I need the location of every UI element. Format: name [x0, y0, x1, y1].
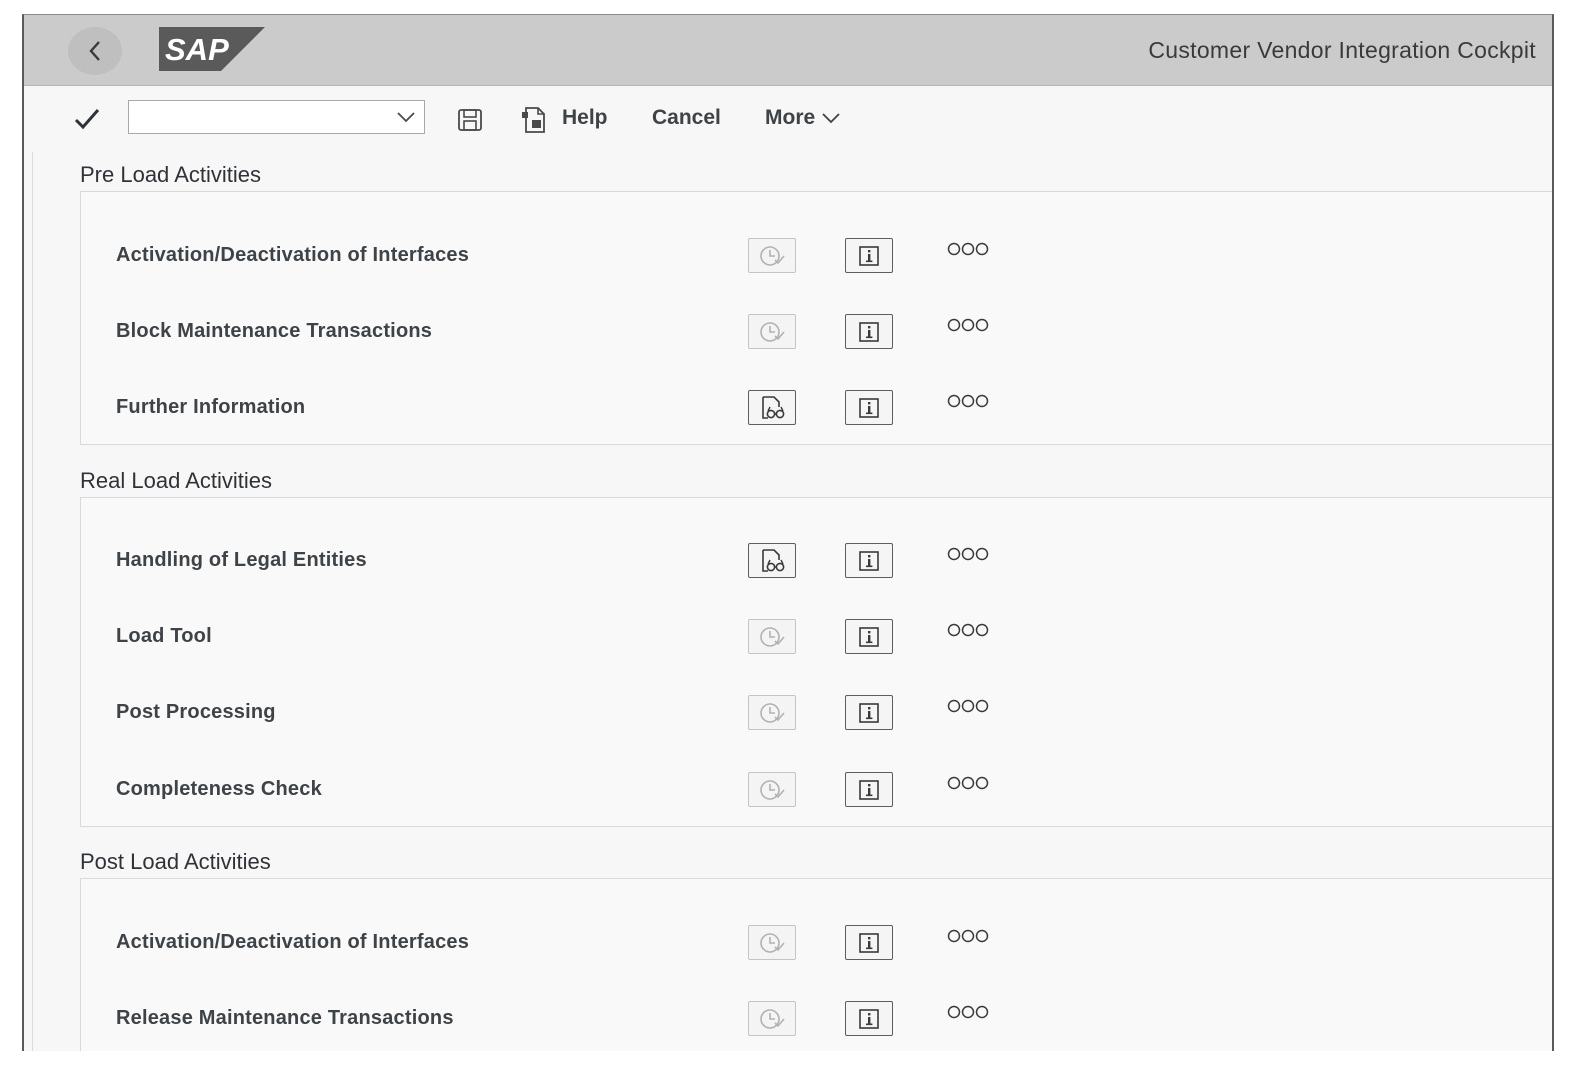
clock-execute-icon [760, 702, 785, 723]
row-label: Post Processing [116, 701, 276, 723]
clock-execute-icon [760, 245, 785, 266]
help-button[interactable]: Help [562, 106, 608, 130]
save-icon[interactable] [457, 108, 483, 132]
clock-execute-icon [760, 932, 785, 953]
info-icon [859, 245, 879, 266]
row-label: Further Information [116, 396, 306, 418]
sap-logo: SAP [159, 27, 265, 71]
command-input[interactable] [129, 101, 379, 133]
cancel-button[interactable]: Cancel [652, 106, 721, 130]
info-button[interactable] [845, 238, 893, 273]
info-icon [859, 626, 879, 647]
info-button[interactable] [845, 314, 893, 349]
row-label: Activation/Deactivation of Interfaces [116, 931, 470, 953]
back-button[interactable] [68, 27, 122, 75]
app-window: SAP Customer Vendor Integration Cockpit … [22, 14, 1554, 1051]
status-lights-icon [947, 318, 989, 332]
display-document-button[interactable] [748, 543, 796, 578]
row-label: Handling of Legal Entities [116, 549, 367, 571]
status-lights-icon [947, 242, 989, 256]
info-icon [859, 779, 879, 800]
more-label: More [765, 106, 816, 129]
app-title: Customer Vendor Integration Cockpit [1148, 37, 1536, 63]
row-label: Block Maintenance Transactions [116, 320, 433, 342]
status-lights-icon [947, 394, 989, 408]
info-icon [859, 550, 879, 571]
clock-execute-icon [760, 321, 785, 342]
row-label: Activation/Deactivation of Interfaces [116, 244, 470, 266]
status-lights-icon [947, 623, 989, 637]
chevron-down-icon [822, 113, 840, 124]
clock-execute-icon [760, 626, 785, 647]
row-label: Load Tool [116, 625, 212, 647]
section-title-real-load: Real Load Activities [80, 468, 272, 493]
execute-clock-button [748, 1001, 796, 1036]
execute-clock-button [748, 314, 796, 349]
display-document-button[interactable] [748, 390, 796, 425]
execute-clock-button [748, 238, 796, 273]
info-button[interactable] [845, 772, 893, 807]
info-icon [859, 702, 879, 723]
divider [32, 152, 33, 1051]
status-lights-icon [947, 929, 989, 943]
info-icon [859, 1008, 879, 1029]
execute-clock-button [748, 772, 796, 807]
info-button[interactable] [845, 543, 893, 578]
info-button[interactable] [845, 1001, 893, 1036]
clock-execute-icon [760, 1008, 785, 1029]
toolbar: Help Cancel More [24, 86, 1552, 152]
shell-header: SAP Customer Vendor Integration Cockpit [24, 15, 1552, 86]
help-document-icon[interactable] [520, 106, 548, 134]
info-button[interactable] [845, 390, 893, 425]
section-title-pre-load: Pre Load Activities [80, 162, 261, 187]
info-button[interactable] [845, 695, 893, 730]
chevron-down-icon[interactable] [396, 109, 416, 125]
execute-clock-button [748, 925, 796, 960]
info-icon [859, 932, 879, 953]
execute-clock-button [748, 695, 796, 730]
row-label: Completeness Check [116, 778, 322, 800]
enter-check-icon[interactable] [72, 104, 102, 134]
document-glasses-icon [762, 395, 785, 419]
chevron-left-icon [89, 41, 100, 61]
more-button[interactable]: More [765, 106, 841, 130]
info-button[interactable] [845, 619, 893, 654]
main-content: Pre Load Activities Real Load Activities… [24, 152, 1552, 1051]
command-field[interactable] [128, 100, 425, 134]
info-icon [859, 397, 879, 418]
clock-execute-icon [760, 779, 785, 800]
status-lights-icon [947, 547, 989, 561]
document-glasses-icon [762, 548, 785, 572]
status-lights-icon [947, 699, 989, 713]
row-label: Release Maintenance Transactions [116, 1007, 454, 1029]
info-button[interactable] [845, 925, 893, 960]
status-lights-icon [947, 1005, 989, 1019]
section-title-post-load: Post Load Activities [80, 849, 271, 874]
info-icon [859, 321, 879, 342]
execute-clock-button [748, 619, 796, 654]
status-lights-icon [947, 776, 989, 790]
svg-text:SAP: SAP [165, 32, 229, 67]
